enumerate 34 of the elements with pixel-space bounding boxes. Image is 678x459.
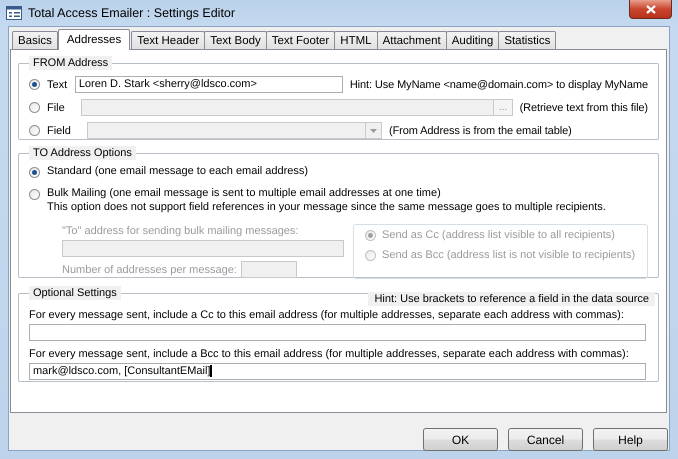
- group-title: FROM Address: [29, 56, 112, 70]
- input-field[interactable]: Loren D. Stark <sherry@ldsco.com>: [74, 76, 343, 93]
- tab[interactable]: Auditing: [446, 31, 500, 49]
- hint-text: (From Address is from the email table): [389, 124, 572, 136]
- tab[interactable]: HTML: [334, 31, 378, 49]
- radio-label: Send as Cc (address list visible to all recipients): [382, 228, 615, 242]
- hint-text: Hint: Use brackets to reference a field in the data source: [368, 292, 655, 306]
- tab[interactable]: Text Footer: [266, 31, 336, 49]
- hint-text: (Retrieve text from this file): [520, 102, 648, 114]
- radio-label: Bulk Mailing (one email message is sent to multiple email addresses at one time): [47, 186, 442, 200]
- option-description: This option does not support field references in your message since the same message goes to multiple recipients.: [47, 200, 606, 214]
- group-title: TO Address Options: [29, 146, 136, 160]
- radio-label: File: [47, 102, 66, 114]
- tab[interactable]: Statistics: [498, 31, 556, 49]
- tab[interactable]: Text Body: [204, 31, 267, 49]
- radio-label: Standard (one email message to each email address): [47, 164, 308, 178]
- field-label: For every message sent, include a Cc to this email address (for multiple addresses, separate each address with commas):: [29, 308, 625, 322]
- tab[interactable]: Basics: [12, 31, 58, 49]
- field-label: For every message sent, include a Bcc to this email address (for multiple addresses, separate each address with commas):: [29, 347, 630, 361]
- field-label: "To" address for sending bulk mailing messages:: [62, 224, 300, 238]
- input-field[interactable]: mark@ldsco.com, [ConsultantEMail]: [29, 363, 646, 380]
- dialog-button[interactable]: OK: [423, 428, 498, 451]
- group-title: Optional Settings: [29, 286, 121, 300]
- field-label: Number of addresses per message:: [62, 262, 237, 276]
- radio-label: Send as Bcc (address list is not visible to recipients): [382, 248, 636, 262]
- hint-text: Hint: Use MyName <name@domain.com> to display MyName: [350, 78, 648, 90]
- tab[interactable]: Attachment: [376, 31, 447, 49]
- dialog-button[interactable]: Cancel: [508, 428, 583, 451]
- tab[interactable]: Text Header: [131, 31, 206, 49]
- dialog-button[interactable]: Help: [593, 428, 668, 451]
- tab[interactable]: Addresses: [58, 29, 130, 50]
- window-title: Total Access Emailer : Settings Editor: [28, 6, 236, 20]
- radio-label: Text: [47, 78, 68, 90]
- radio-label: Field: [47, 124, 72, 136]
